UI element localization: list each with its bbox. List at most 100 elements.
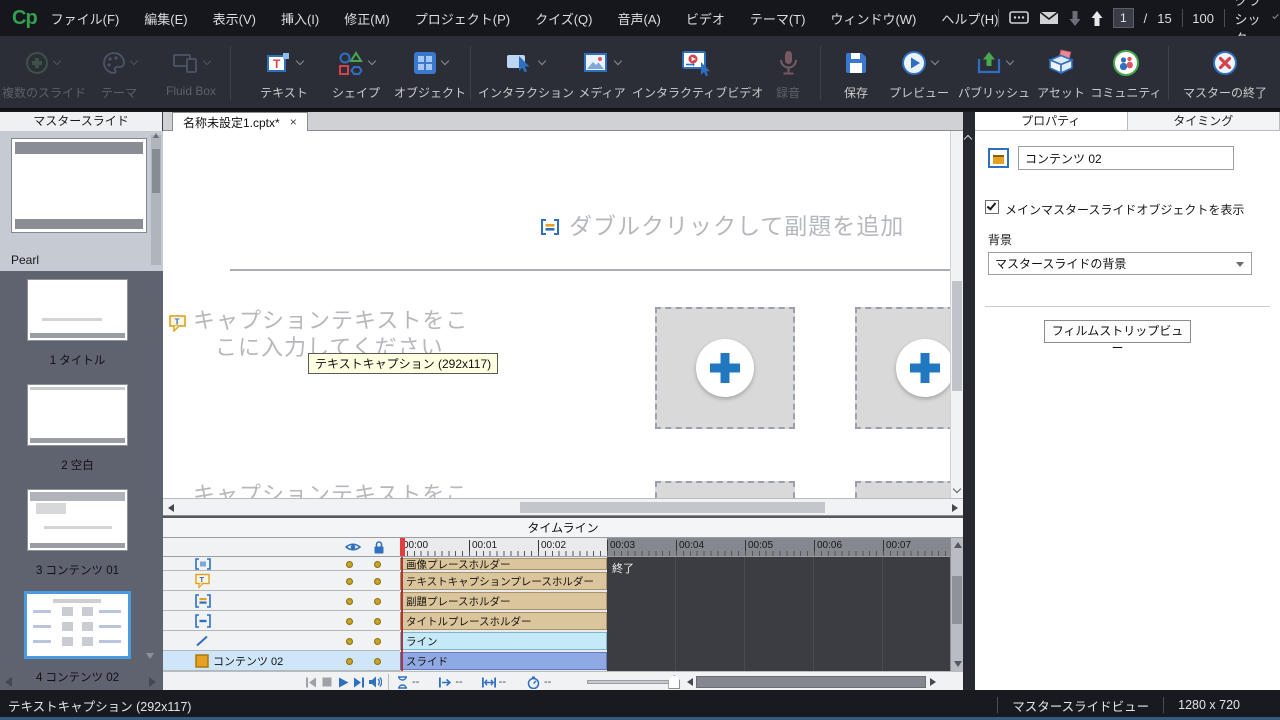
master-slide-thumbnail-pearl[interactable] [11, 138, 147, 233]
toolbar-exit-master-button[interactable]: マスターの終了 [1176, 42, 1274, 104]
master-slide-panel-header[interactable]: マスタースライド [0, 112, 163, 131]
divider-line-shape[interactable] [230, 269, 950, 271]
content-placeholder-box-1[interactable] [655, 307, 795, 429]
toolbar-assets-button[interactable]: アセット [1034, 42, 1088, 104]
show-master-objects-checkbox[interactable] [985, 200, 999, 214]
background-dropdown[interactable]: マスタースライドの背景 [988, 252, 1252, 275]
canvas-horizontal-scrollbar[interactable] [163, 498, 963, 516]
menu-file[interactable]: ファイル(F) [51, 9, 120, 28]
scroll-up-icon[interactable] [153, 133, 159, 138]
slider-thumb[interactable] [668, 675, 680, 689]
play-icon[interactable] [335, 674, 351, 690]
lock-dot[interactable] [374, 618, 381, 625]
toolbar-objects-button[interactable]: オブジェクト [392, 42, 468, 104]
master-slide-thumb-1[interactable] [27, 279, 128, 341]
track-bar[interactable]: 画像プレースホルダー [400, 558, 607, 570]
track-bar[interactable]: 副題プレースホルダー [400, 592, 607, 610]
timeline-row-subtitle-placeholder[interactable]: 副題プレースホルダー [163, 591, 950, 611]
scroll-left-icon[interactable] [687, 678, 693, 686]
master-slide-thumb-3[interactable] [27, 489, 128, 551]
menu-insert[interactable]: 挿入(I) [281, 9, 319, 28]
scrollbar-thumb[interactable] [952, 281, 962, 391]
menu-project[interactable]: プロジェクト(P) [415, 9, 510, 28]
canvas-vertical-scrollbar[interactable] [950, 131, 963, 498]
content-placeholder-box-4[interactable] [855, 481, 950, 498]
toolbar-interactions-button[interactable]: インタラクション [478, 42, 572, 104]
stopwatch-icon[interactable] [526, 674, 542, 690]
skip-end-icon[interactable] [351, 674, 367, 690]
track-bar[interactable]: タイトルプレースホルダー [400, 612, 607, 630]
lock-dot[interactable] [374, 598, 381, 605]
toolbar-media-button[interactable]: メディア [574, 42, 630, 104]
feedback-icon[interactable] [1009, 11, 1029, 26]
menu-edit[interactable]: 編集(E) [144, 9, 187, 28]
visibility-dot[interactable] [346, 658, 353, 665]
track-bar[interactable]: スライド [400, 652, 607, 670]
menu-modify[interactable]: 修正(M) [344, 9, 390, 28]
slide-name-input[interactable] [1018, 146, 1234, 170]
toolbar-community-button[interactable]: コミュニティ [1090, 42, 1162, 104]
panel-splitter[interactable] [963, 112, 975, 690]
filmstrip-view-button[interactable]: フィルムストリップビュー [1044, 320, 1191, 343]
playhead-marker[interactable] [400, 538, 405, 556]
visibility-dot[interactable] [346, 618, 353, 625]
audio-icon[interactable] [367, 674, 383, 690]
visibility-dot[interactable] [346, 638, 353, 645]
next-slide-icon[interactable] [1091, 11, 1103, 26]
timeline-row-line[interactable]: ライン [163, 631, 950, 651]
timeline-hscroll-thumb[interactable] [696, 676, 926, 688]
menu-video[interactable]: ビデオ [686, 9, 725, 28]
lock-dot[interactable] [374, 561, 381, 568]
menu-window[interactable]: ウィンドウ(W) [830, 9, 916, 28]
document-tab[interactable]: 名称未設定1.cptx* × [172, 112, 308, 131]
sidebar-scrollbar[interactable] [151, 135, 161, 265]
eye-icon[interactable] [345, 541, 361, 553]
menu-help[interactable]: ヘルプ(H) [941, 9, 998, 28]
add-content-icon[interactable] [696, 339, 754, 397]
menu-view[interactable]: 表示(V) [213, 9, 256, 28]
scroll-down-icon[interactable] [954, 661, 962, 667]
master-slide-label-1[interactable]: 1 タイトル [0, 352, 155, 368]
master-slide-thumb-4-selected[interactable] [24, 591, 131, 659]
current-slide-input[interactable]: 1 [1113, 8, 1134, 28]
playhead-line[interactable] [401, 557, 403, 671]
timeline-zoom-slider[interactable] [587, 680, 675, 684]
visibility-dot[interactable] [346, 561, 353, 568]
timeline-row-slide[interactable]: コンテンツ 02 スライド [163, 651, 950, 671]
scroll-down-icon[interactable] [953, 485, 961, 493]
scroll-up-icon[interactable] [954, 542, 962, 548]
visibility-dot[interactable] [346, 578, 353, 585]
mail-icon[interactable] [1039, 11, 1059, 25]
content-placeholder-box-3[interactable] [655, 481, 795, 498]
master-slide-thumb-2[interactable] [27, 384, 128, 446]
tab-close-icon[interactable]: × [290, 115, 297, 129]
scroll-left-icon[interactable] [5, 677, 12, 687]
menu-themes[interactable]: テーマ(T) [750, 9, 806, 28]
scrollbar-thumb[interactable] [152, 149, 160, 193]
timeline-row-image-placeholder[interactable]: 画像プレースホルダー [163, 557, 950, 571]
toolbar-text-button[interactable]: T テキスト [248, 42, 320, 104]
zoom-level[interactable]: 100 [1192, 11, 1214, 26]
timeline-row-text-caption-placeholder[interactable]: T テキストキャプションプレースホルダー [163, 571, 950, 591]
lock-dot[interactable] [374, 638, 381, 645]
scroll-down-icon[interactable] [146, 653, 154, 659]
slide-canvas[interactable]: ダブルクリックして副題を追加 T キャプションテキストをこ こに入力してください… [163, 131, 950, 498]
subtitle-placeholder-text[interactable]: ダブルクリックして副題を追加 [569, 207, 904, 241]
scroll-right-icon[interactable] [149, 677, 156, 687]
scroll-left-icon[interactable] [168, 504, 174, 512]
scroll-right-icon[interactable] [930, 678, 936, 686]
tab-timing[interactable]: タイミング [1128, 112, 1280, 130]
scrollbar-thumb[interactable] [952, 576, 962, 624]
toolbar-preview-button[interactable]: プレビュー [884, 42, 954, 104]
timeline-title[interactable]: タイムライン [163, 518, 963, 538]
visibility-dot[interactable] [346, 598, 353, 605]
master-slide-label-4[interactable]: 4 コンテンツ 02 [0, 669, 155, 685]
menu-audio[interactable]: 音声(A) [617, 9, 660, 28]
collapse-up-icon[interactable] [964, 135, 972, 143]
scroll-right-icon[interactable] [952, 504, 958, 512]
scrollbar-thumb[interactable] [520, 502, 825, 513]
master-slide-label-3[interactable]: 3 コンテンツ 01 [0, 562, 155, 578]
timeline-vertical-scrollbar[interactable] [950, 538, 963, 671]
track-bar[interactable]: ライン [400, 632, 607, 650]
tab-properties[interactable]: プロパティ [975, 112, 1128, 130]
